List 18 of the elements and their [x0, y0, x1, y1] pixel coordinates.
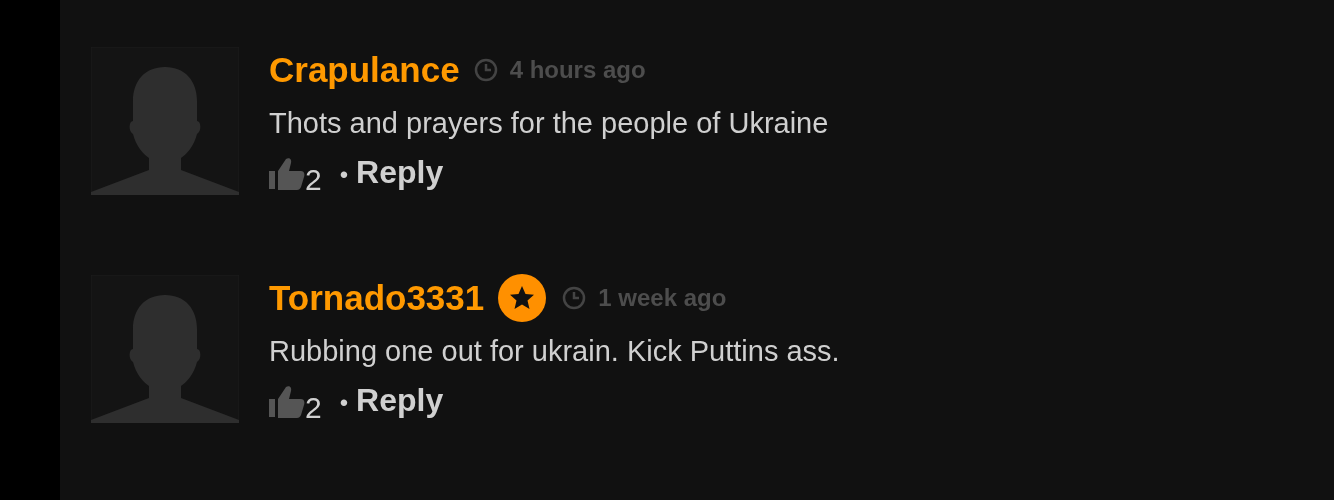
like-count: 2: [305, 163, 322, 197]
timestamp: 1 week ago: [598, 284, 727, 312]
reply-link[interactable]: Reply: [356, 154, 444, 195]
comment-text: Thots and prayers for the people of Ukraine: [269, 106, 829, 141]
separator-dot: •: [339, 161, 349, 190]
like-count: 2: [305, 391, 322, 425]
avatar-silhouette-icon: [91, 47, 239, 195]
clock-icon: [473, 58, 498, 82]
separator-dot: •: [339, 389, 349, 418]
comment-text: Rubbing one out for ukrain. Kick Puttins ass.: [269, 334, 840, 369]
username-link[interactable]: Tornado3331: [269, 278, 485, 318]
thumbs-up-icon[interactable]: [269, 157, 305, 191]
username-link[interactable]: Crapulance: [269, 50, 460, 90]
thumbs-up-icon[interactable]: [269, 385, 305, 419]
reply-link[interactable]: Reply: [356, 382, 444, 423]
avatar-silhouette-icon: [91, 275, 239, 423]
clock-icon: [562, 286, 587, 310]
timestamp: 4 hours ago: [509, 56, 646, 84]
